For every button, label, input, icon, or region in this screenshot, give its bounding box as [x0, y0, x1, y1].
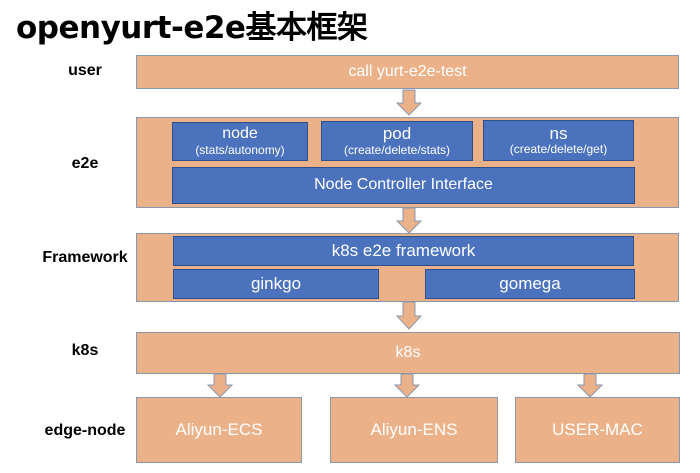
user-layer-box: call yurt-e2e-test	[136, 55, 679, 89]
ginkgo-label: ginkgo	[250, 274, 302, 294]
arrow-down-icon	[206, 373, 234, 398]
pod-component: pod (create/delete/stats)	[321, 121, 473, 161]
ns-component-detail: (create/delete/get)	[509, 142, 608, 157]
row-label-framework: Framework	[42, 249, 128, 266]
edge-node-user-mac: USER-MAC	[515, 397, 680, 463]
pod-component-name: pod	[382, 124, 412, 144]
node-component-detail: (stats/autonomy)	[195, 142, 285, 157]
row-label-e2e: e2e	[71, 155, 99, 172]
arrow-down-icon	[395, 207, 423, 234]
arrow-down-icon	[576, 373, 604, 398]
diagram-title: openyurt-e2e基本框架	[16, 10, 368, 46]
gomega-label: gomega	[499, 274, 561, 294]
k8s-layer-box: k8s	[136, 332, 680, 374]
row-label-k8s: k8s	[71, 342, 99, 359]
ns-component: ns (create/delete/get)	[483, 120, 634, 161]
node-component-name: node	[222, 125, 258, 143]
node-component: node (stats/autonomy)	[172, 122, 308, 161]
node-controller-interface: Node Controller Interface	[172, 167, 635, 204]
arrow-down-icon	[395, 301, 423, 330]
gomega-box: gomega	[425, 269, 635, 299]
ginkgo-box: ginkgo	[173, 269, 379, 299]
node-controller-interface-label: Node Controller Interface	[314, 176, 493, 194]
pod-component-detail: (create/delete/stats)	[343, 142, 451, 157]
row-label-user: user	[68, 62, 102, 79]
row-label-edge-node: edge-node	[44, 422, 126, 439]
edge-node-aliyun-ens: Aliyun-ENS	[330, 397, 498, 463]
diagram-canvas: openyurt-e2e基本框架 user e2e Framework k8s …	[0, 0, 700, 473]
arrow-down-icon	[393, 373, 421, 398]
k8s-e2e-framework-label: k8s e2e framework	[331, 241, 476, 261]
ns-component-name: ns	[549, 123, 568, 143]
arrow-down-icon	[395, 89, 423, 116]
edge-node-aliyun-ecs: Aliyun-ECS	[136, 397, 302, 463]
k8s-e2e-framework: k8s e2e framework	[173, 236, 634, 266]
